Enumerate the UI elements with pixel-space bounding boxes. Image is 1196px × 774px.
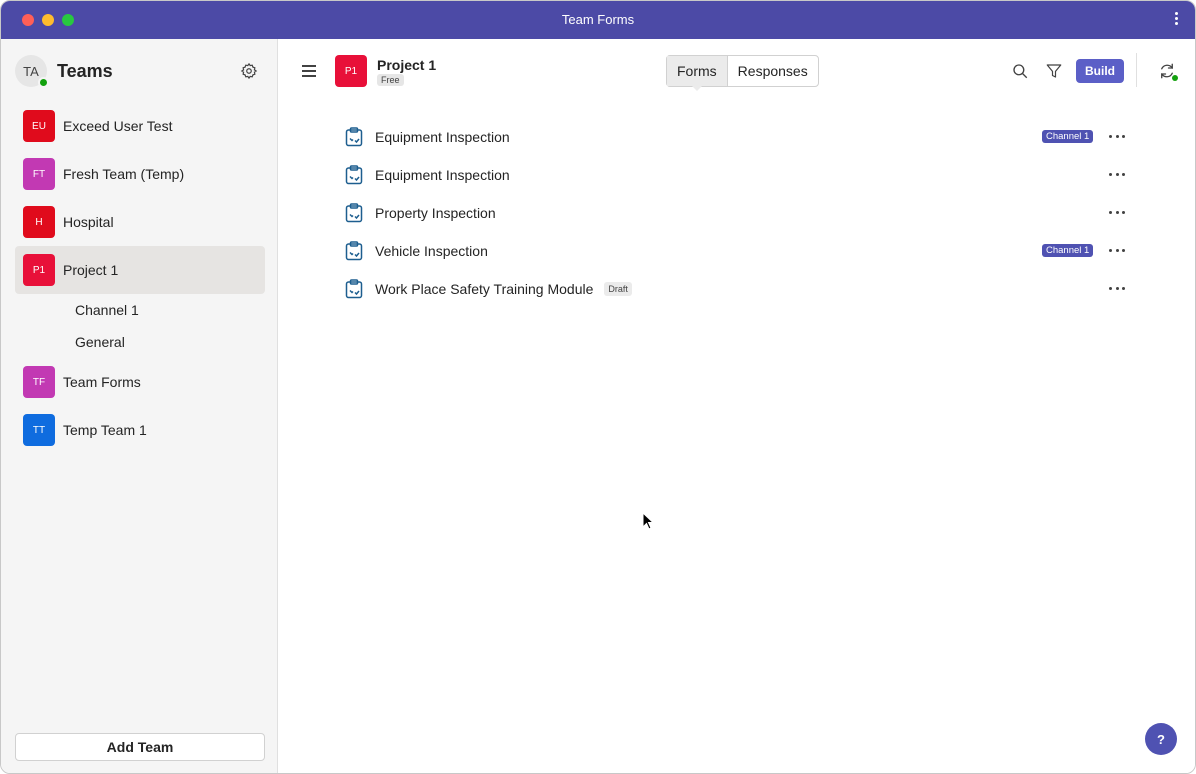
form-title: Work Place Safety Training Module xyxy=(375,281,594,297)
team-avatar: EU xyxy=(23,110,55,142)
more-options-icon[interactable] xyxy=(1109,131,1125,141)
clipboard-check-icon xyxy=(345,279,363,299)
form-row[interactable]: Equipment Inspection xyxy=(345,156,1135,194)
add-team-button[interactable]: Add Team xyxy=(15,733,265,761)
tab-forms[interactable]: Forms xyxy=(667,56,728,91)
form-row[interactable]: Equipment Inspection Channel 1 xyxy=(345,118,1135,156)
channel-badge: Channel 1 xyxy=(1042,244,1094,257)
channel-item[interactable]: General xyxy=(15,326,265,358)
build-button[interactable]: Build xyxy=(1076,59,1124,83)
more-options-icon[interactable] xyxy=(1109,245,1125,255)
tab-label: Responses xyxy=(737,63,808,79)
avatar-initials: TA xyxy=(23,63,39,79)
window-title: Team Forms xyxy=(561,12,635,27)
draft-badge: Draft xyxy=(604,282,632,296)
clipboard-check-icon xyxy=(345,203,363,223)
team-item-selected[interactable]: P1 Project 1 xyxy=(15,246,265,294)
channel-badge: Channel 1 xyxy=(1042,130,1094,143)
project-name: Project 1 xyxy=(377,57,437,73)
team-label: Temp Team 1 xyxy=(63,422,147,438)
form-title: Equipment Inspection xyxy=(375,167,510,183)
more-options-icon[interactable] xyxy=(1109,207,1125,217)
plan-badge: Free xyxy=(377,74,404,86)
header-divider xyxy=(1136,53,1137,87)
team-avatar: FT xyxy=(23,158,55,190)
team-item[interactable]: TF Team Forms xyxy=(15,358,265,406)
filter-icon[interactable] xyxy=(1045,62,1063,80)
form-title: Vehicle Inspection xyxy=(375,243,488,259)
tab-pointer xyxy=(691,85,703,91)
form-title: Property Inspection xyxy=(375,205,496,221)
sidebar: TA Teams EU Exceed User Test FT Fresh Te… xyxy=(1,39,278,773)
team-avatar: TT xyxy=(23,414,55,446)
team-label: Team Forms xyxy=(63,374,141,390)
tab-responses[interactable]: Responses xyxy=(728,56,818,86)
team-label: Fresh Team (Temp) xyxy=(63,166,185,182)
search-icon[interactable] xyxy=(1011,62,1029,80)
clipboard-check-icon xyxy=(345,165,363,185)
form-title: Equipment Inspection xyxy=(375,129,510,145)
team-item[interactable]: EU Exceed User Test xyxy=(15,102,265,150)
clipboard-check-icon xyxy=(345,127,363,147)
team-label: Hospital xyxy=(63,214,114,230)
main-panel: P1 Project 1 Free Forms Responses Build xyxy=(279,39,1195,773)
clipboard-check-icon xyxy=(345,241,363,261)
team-label: Exceed User Test xyxy=(63,118,173,134)
app-window: Team Forms TA Teams EU Exceed User Test … xyxy=(0,0,1196,774)
team-label: Project 1 xyxy=(63,262,119,278)
form-row[interactable]: Property Inspection xyxy=(345,194,1135,232)
presence-indicator xyxy=(38,77,49,88)
avatar[interactable]: TA xyxy=(15,55,49,88)
more-options-icon[interactable] xyxy=(1171,12,1181,28)
title-bar: Team Forms xyxy=(1,1,1195,39)
mouse-cursor-icon xyxy=(642,512,654,530)
team-avatar: P1 xyxy=(23,254,55,286)
team-list: EU Exceed User Test FT Fresh Team (Temp)… xyxy=(15,102,265,454)
team-avatar: TF xyxy=(23,366,55,398)
form-row[interactable]: Vehicle Inspection Channel 1 xyxy=(345,232,1135,270)
more-options-icon[interactable] xyxy=(1109,169,1125,179)
gear-icon[interactable] xyxy=(240,62,258,80)
forms-list: Equipment Inspection Channel 1 Equipment… xyxy=(345,118,1135,308)
project-avatar: P1 xyxy=(335,55,367,87)
form-row[interactable]: Work Place Safety Training Module Draft xyxy=(345,270,1135,308)
tab-label: Forms xyxy=(677,63,717,79)
sync-status-dot xyxy=(1172,75,1178,81)
team-item[interactable]: TT Temp Team 1 xyxy=(15,406,265,454)
help-button[interactable]: ? xyxy=(1145,723,1177,755)
team-avatar: H xyxy=(23,206,55,238)
view-tabs: Forms Responses xyxy=(666,55,819,91)
hamburger-menu-icon[interactable] xyxy=(302,65,316,77)
team-item[interactable]: FT Fresh Team (Temp) xyxy=(15,150,265,198)
more-options-icon[interactable] xyxy=(1109,283,1125,293)
team-item[interactable]: H Hospital xyxy=(15,198,265,246)
sidebar-title: Teams xyxy=(57,61,113,81)
channel-item[interactable]: Channel 1 xyxy=(15,294,265,326)
